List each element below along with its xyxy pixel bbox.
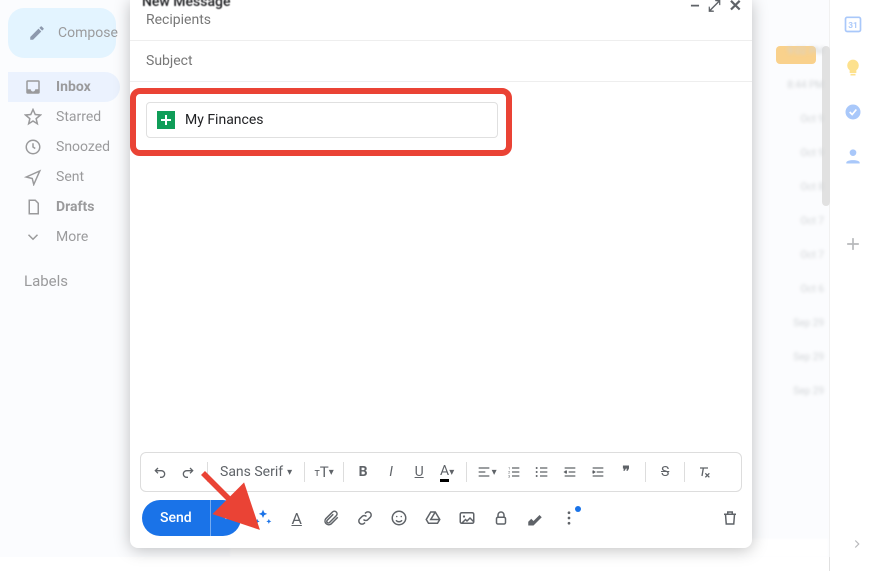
strikethrough-button[interactable]: S [652,459,678,485]
annotation-highlight-box [130,88,512,156]
subject-field[interactable]: Subject [130,41,752,82]
sent-icon [24,168,42,186]
svg-text:31: 31 [848,21,858,31]
align-button[interactable]: ▾ [473,459,499,485]
annotation-arrow [196,466,266,536]
tasks-icon[interactable] [843,102,863,122]
quote-button[interactable]: ❞ [613,459,639,485]
expand-icon[interactable]: ⤢ [708,0,721,16]
remove-formatting-button[interactable] [691,459,717,485]
text-color-button[interactable]: A▾ [434,459,460,485]
compose-body[interactable]: My Finances [130,82,752,452]
calendar-icon[interactable]: 31 [843,14,863,34]
link-icon[interactable] [355,508,375,528]
sent-label: Sent [56,169,84,185]
svg-text:3: 3 [508,473,510,478]
image-icon[interactable] [457,508,477,528]
indent-less-button[interactable] [557,459,583,485]
sidebar-item-drafts[interactable]: Drafts [8,192,120,222]
compose-title: New Message [142,0,230,10]
sidebar-item-starred[interactable]: Starred [8,102,120,132]
side-panel-collapse-icon[interactable] [850,537,864,551]
underline-button[interactable]: U [406,459,432,485]
add-icon[interactable] [843,234,863,254]
star-icon [24,108,42,126]
text-style-icon[interactable]: A [287,508,307,528]
compose-label: Compose [58,25,118,41]
clock-icon [24,138,42,156]
starred-label: Starred [56,109,101,125]
sidebar-item-inbox[interactable]: Inbox [8,72,120,102]
drafts-icon [24,198,42,216]
indent-more-button[interactable] [585,459,611,485]
bold-button[interactable]: B [350,459,376,485]
compose-window: New Message – ⤢ ✕ Recipients Subject My … [130,0,752,548]
labels-header: Labels [8,252,130,290]
signature-icon[interactable] [525,508,545,528]
snoozed-label: Snoozed [56,139,110,155]
inbox-label: Inbox [56,79,91,95]
bulleted-list-button[interactable] [529,459,555,485]
more-label: More [56,229,88,245]
numbered-list-button[interactable]: 123 [501,459,527,485]
chevron-down-icon [24,228,42,246]
background-date-column: 9:02 PM 8:44 PM Oct 9 Oct 9 Oct 8 Oct 7 … [772,46,824,396]
pencil-icon [28,24,46,42]
sidebar-item-sent[interactable]: Sent [8,162,120,192]
undo-button[interactable] [147,459,173,485]
attach-icon[interactable] [321,508,341,528]
emoji-icon[interactable] [389,508,409,528]
keep-icon[interactable] [843,58,863,78]
confidential-icon[interactable] [491,508,511,528]
italic-button[interactable]: I [378,459,404,485]
sidebar-item-more[interactable]: More [8,222,120,252]
drive-icon[interactable] [423,508,443,528]
drafts-label: Drafts [56,199,94,215]
minimize-icon[interactable]: – [690,0,700,16]
compose-button[interactable]: Compose [8,8,116,58]
font-size-button[interactable]: тT▾ [311,459,337,485]
contacts-icon[interactable] [843,146,863,166]
discard-draft-icon[interactable] [720,508,740,528]
sidebar-item-snoozed[interactable]: Snoozed [8,132,120,162]
side-panel: 31 [829,0,876,571]
inbox-icon [24,78,42,96]
close-icon[interactable]: ✕ [729,0,742,16]
more-options-icon[interactable] [559,508,579,528]
